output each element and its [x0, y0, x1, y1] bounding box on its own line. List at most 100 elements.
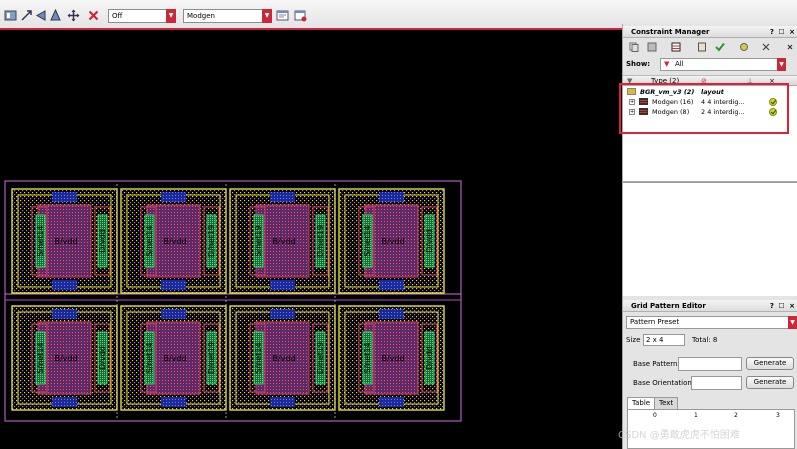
tree-root-value: layout — [701, 88, 724, 96]
constraint-tree[interactable]: BGR_vm_v3 (2) layout + Modgen (16) 4 4 i… — [623, 86, 797, 182]
tab-table[interactable]: Table — [627, 397, 656, 409]
status-ok-icon — [769, 98, 777, 106]
cell-label-center: B/vdd — [272, 237, 295, 246]
cell-label-left: S/net14 — [145, 225, 154, 256]
base-pattern-field[interactable] — [678, 357, 742, 371]
contact-bottom — [161, 280, 186, 290]
tree-item-name: Modgen (8) — [652, 108, 690, 116]
chevron-down-icon[interactable]: ▼ — [166, 9, 176, 23]
snap-mode-value: Off — [112, 12, 123, 20]
modgen-icon — [639, 98, 648, 105]
layout-drawing[interactable]: S/net14 D/vdd B/vdd S/net14 D/net19 B/vdd S/ne… — [0, 32, 621, 449]
cell-label-right: D/net19 — [207, 225, 216, 257]
size-field[interactable]: 2 x 4 — [643, 334, 685, 346]
contact-bottom — [270, 280, 295, 290]
copy-icon[interactable] — [629, 42, 639, 52]
modgen-icon — [639, 108, 648, 115]
layout-icon[interactable] — [4, 9, 17, 22]
contact-bottom — [161, 397, 186, 407]
move-icon[interactable] — [67, 9, 80, 22]
panel-window-controls[interactable]: ? ☐ × — [770, 300, 796, 312]
grid-col-header: 3 — [776, 412, 780, 419]
cell-label-right: D/vdd — [98, 229, 107, 253]
cell-label-center: B/vdd — [381, 354, 404, 363]
base-orientation-field[interactable] — [691, 376, 742, 390]
sort-column-icon[interactable]: ⊥ — [747, 77, 753, 85]
cell-label-left: S/net19 — [254, 225, 263, 256]
contact-bottom — [52, 397, 77, 407]
show-filter-value: All — [675, 60, 684, 68]
delete-column-icon[interactable]: × — [769, 77, 775, 85]
contact-top — [52, 309, 77, 319]
grid-pattern-editor-title: Grid Pattern Editor ? ☐ × — [623, 300, 797, 312]
cell-label-left: S/net14 — [363, 342, 372, 373]
constraint-manager-title: Constraint Manager ? ☐ × — [623, 26, 797, 38]
base-orientation-label: Base Orientation — [633, 379, 692, 387]
contact-top — [161, 192, 186, 202]
snap-mode-combo[interactable]: Off ▼ — [108, 9, 176, 23]
options-icon[interactable] — [761, 42, 771, 52]
table-icon[interactable] — [671, 42, 681, 52]
pattern-preset-combo[interactable]: Pattern Preset ▼ — [626, 316, 797, 329]
chevron-down-icon[interactable]: ▼ — [777, 58, 786, 71]
panel-window-controls[interactable]: ? ☐ × — [770, 26, 796, 38]
chevron-down-icon[interactable]: ▼ — [262, 9, 272, 23]
constraint-icon[interactable] — [647, 42, 657, 52]
contact-bottom — [270, 397, 295, 407]
flip-horizontal-icon[interactable] — [34, 9, 47, 22]
contact-top — [52, 192, 77, 202]
cell-label-left: S/net14 — [363, 225, 372, 256]
tree-row-root[interactable]: BGR_vm_v3 (2) layout — [623, 87, 797, 97]
cell-label-center: B/vdd — [54, 354, 77, 363]
tab-text[interactable]: Text — [654, 397, 679, 409]
tree-row-modgen-8[interactable]: + Modgen (8) 2 4 interdig... — [623, 107, 797, 117]
tree-item-value: 2 4 interdig... — [701, 108, 745, 116]
refresh-icon[interactable] — [739, 42, 749, 52]
constraint-manager-title-text: Constraint Manager — [631, 28, 710, 36]
expand-icon[interactable]: + — [629, 99, 635, 105]
cell-label-center: B/vdd — [54, 237, 77, 246]
tree-item-name: Modgen (16) — [652, 98, 694, 106]
modgen-combo-value: Modgen — [187, 12, 215, 20]
chevron-down-icon[interactable]: ▼ — [788, 316, 797, 329]
cell-label-right: D/net19 — [316, 342, 325, 374]
filter-icon[interactable]: ▼ — [627, 77, 632, 85]
layout-canvas[interactable]: S/net14 D/vdd B/vdd S/net14 D/net19 B/vdd S/ne… — [0, 32, 621, 449]
browser-icon[interactable] — [294, 9, 307, 22]
pattern-preset-value: Pattern Preset — [630, 318, 680, 326]
close-icon[interactable] — [785, 42, 795, 52]
expand-icon[interactable]: + — [629, 109, 635, 115]
generate-pattern-button[interactable]: Generate — [746, 357, 794, 370]
show-filter-row: Show: ▼ All ▼ — [623, 57, 797, 72]
show-filter-combo[interactable]: ▼ All ▼ — [660, 58, 786, 71]
tree-root-name: BGR_vm_v3 (2) — [640, 88, 695, 96]
folder-icon — [627, 88, 636, 95]
generate-orientation-button[interactable]: Generate — [746, 376, 794, 389]
total-label: Total: 8 — [692, 336, 718, 344]
tree-item-value: 4 4 interdig... — [701, 98, 745, 106]
grid-col-header: 2 — [734, 412, 738, 419]
delete-icon[interactable] — [87, 9, 100, 22]
cell-label-right: D/vdd — [98, 346, 107, 370]
modgen-combo[interactable]: Modgen ▼ — [183, 9, 272, 23]
cell-label-center: B/vdd — [163, 354, 186, 363]
show-label: Show: — [626, 60, 651, 68]
type-column-header[interactable]: Type (2) — [651, 77, 679, 85]
cell-label-right: D/vdd — [425, 346, 434, 370]
contact-top — [379, 309, 404, 319]
contact-top — [379, 192, 404, 202]
window-icon[interactable] — [276, 9, 289, 22]
status-ok-icon — [769, 108, 777, 116]
flip-vertical-icon[interactable] — [49, 9, 62, 22]
cell-label-right: D/net19 — [207, 342, 216, 374]
contact-top — [270, 309, 295, 319]
book-icon[interactable] — [697, 42, 707, 52]
tree-row-modgen-16[interactable]: + Modgen (16) 4 4 interdig... — [623, 97, 797, 107]
stretch-icon[interactable] — [20, 9, 33, 22]
cell-label-center: B/vdd — [272, 354, 295, 363]
grid-col-header: 1 — [694, 412, 698, 419]
check-icon[interactable] — [715, 42, 725, 52]
status-column-icon[interactable]: ⊘ — [701, 77, 707, 85]
filter-icon: ▼ — [664, 60, 670, 68]
app-window: Off ▼ Modgen ▼ S/net14 D/vdd B/vdd S/net… — [0, 0, 797, 449]
